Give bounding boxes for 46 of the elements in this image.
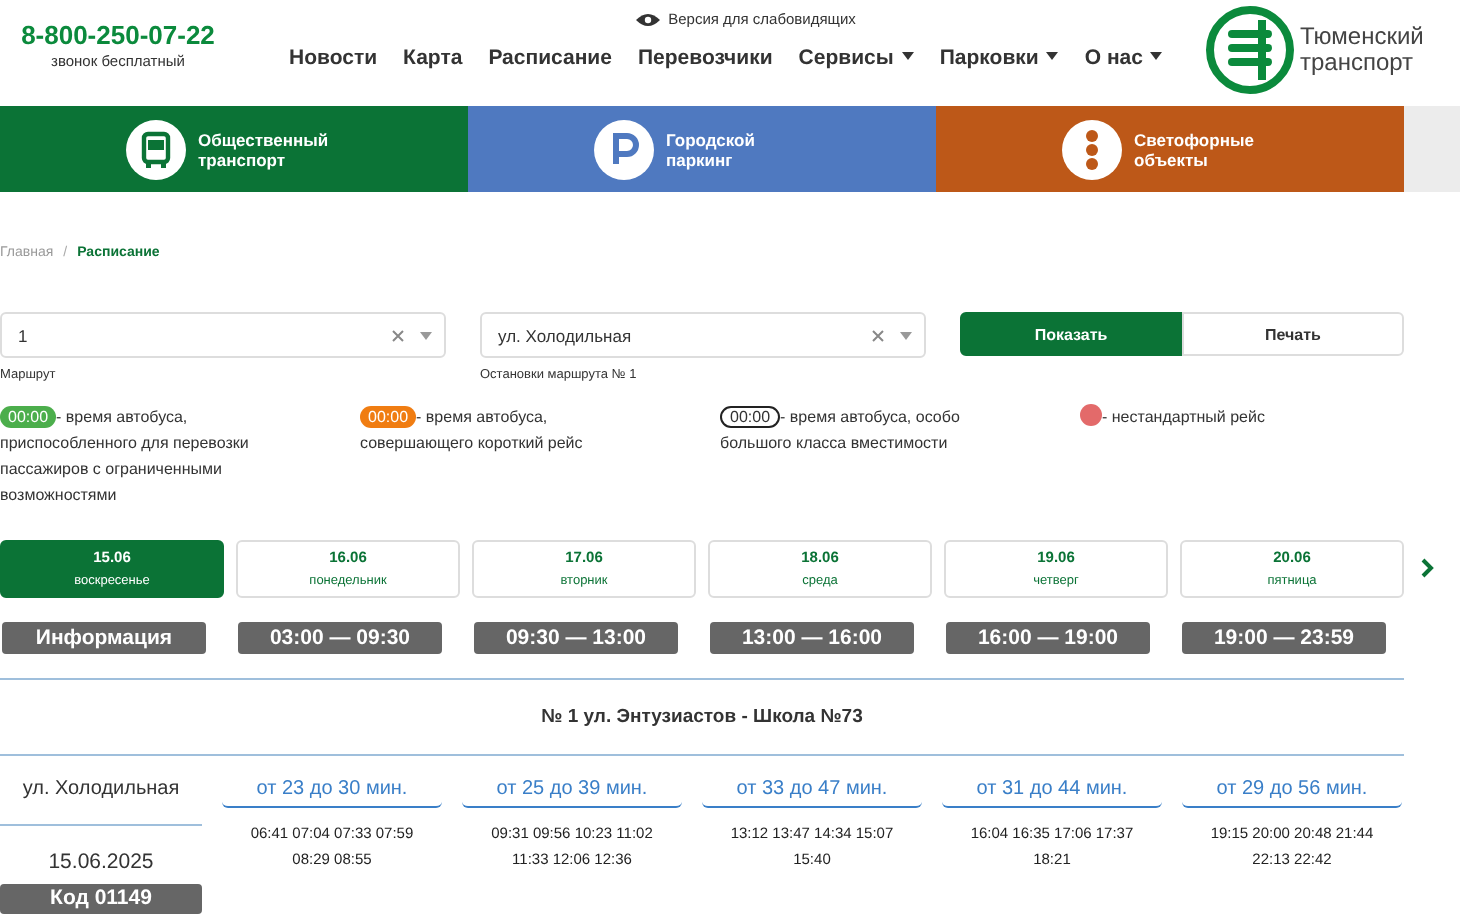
print-button[interactable]: Печать [1182,312,1404,356]
legend-text: 00:00 - время автобуса, особо большого класса вместимости [720,404,962,456]
legend-text: - нестандартный рейс [1080,404,1384,430]
caret-icon[interactable] [900,331,912,339]
legend-text: 00:00 - время автобуса, совершающего короткий рейс [360,404,585,456]
clear-icon[interactable] [392,329,404,341]
nav-link[interactable]: Парковки [939,46,1059,70]
logo-icon [1204,4,1296,96]
stop-code-badge: Код 01149 [0,884,202,914]
interval-header: от 33 до 47 мин. [702,778,922,808]
logo-text: Тюменский транспорт [1300,24,1424,76]
show-button[interactable]: Показать [960,312,1182,356]
clear-icon[interactable] [872,329,884,341]
select-field[interactable]: ул. Холодильная [480,312,926,358]
time-range-button[interactable]: 13:00 — 16:00 [710,622,914,654]
parking-icon [594,119,654,179]
category-tile[interactable]: Светофорные объекты [936,106,1404,192]
select-field[interactable]: 1 [0,312,446,358]
nav-link[interactable]: О нас [1084,46,1163,70]
category-tile[interactable]: Общественный транспорт [0,106,468,192]
route-title: № 1 ул. Энтузиастов - Школа №73 [541,706,863,728]
schedule-date: 15.06.2025 [48,850,154,874]
nav-link[interactable]: Сервисы [798,46,914,70]
time-range-button[interactable]: 16:00 — 19:00 [946,622,1150,654]
category-tile[interactable]: Городской паркинг [468,106,936,192]
bus-icon [126,119,186,179]
info-button[interactable]: Информация [2,622,206,654]
interval-header: от 23 до 30 мин. [222,778,442,808]
chevron-right-icon[interactable] [1420,558,1434,578]
interval-header: от 31 до 44 мин. [942,778,1162,808]
category-tile[interactable] [1404,106,1460,192]
phone-number[interactable]: 8-800-250-07-22 [21,20,215,50]
time-range-button[interactable]: 19:00 — 23:59 [1182,622,1386,654]
legend-text: 00:00 - время автобуса, приспособленного для перевозки пассажиров с ограниченными возможностями [0,404,251,508]
nav-link[interactable]: Карта [403,46,463,70]
nav-link[interactable]: Расписание [488,46,612,70]
time-range-button[interactable]: 09:30 — 13:00 [474,622,678,654]
traffic-light-icon [1062,119,1122,179]
nav-link[interactable]: Новости [289,46,378,70]
caret-icon[interactable] [420,331,432,339]
eye-icon [636,11,661,27]
stop-name: ул. Холодильная [0,778,202,826]
nav-link[interactable]: Перевозчики [637,46,773,70]
interval-header: от 25 до 39 мин. [462,778,682,808]
time-range-button[interactable]: 03:00 — 09:30 [238,622,442,654]
interval-header: от 29 до 56 мин. [1182,778,1402,808]
